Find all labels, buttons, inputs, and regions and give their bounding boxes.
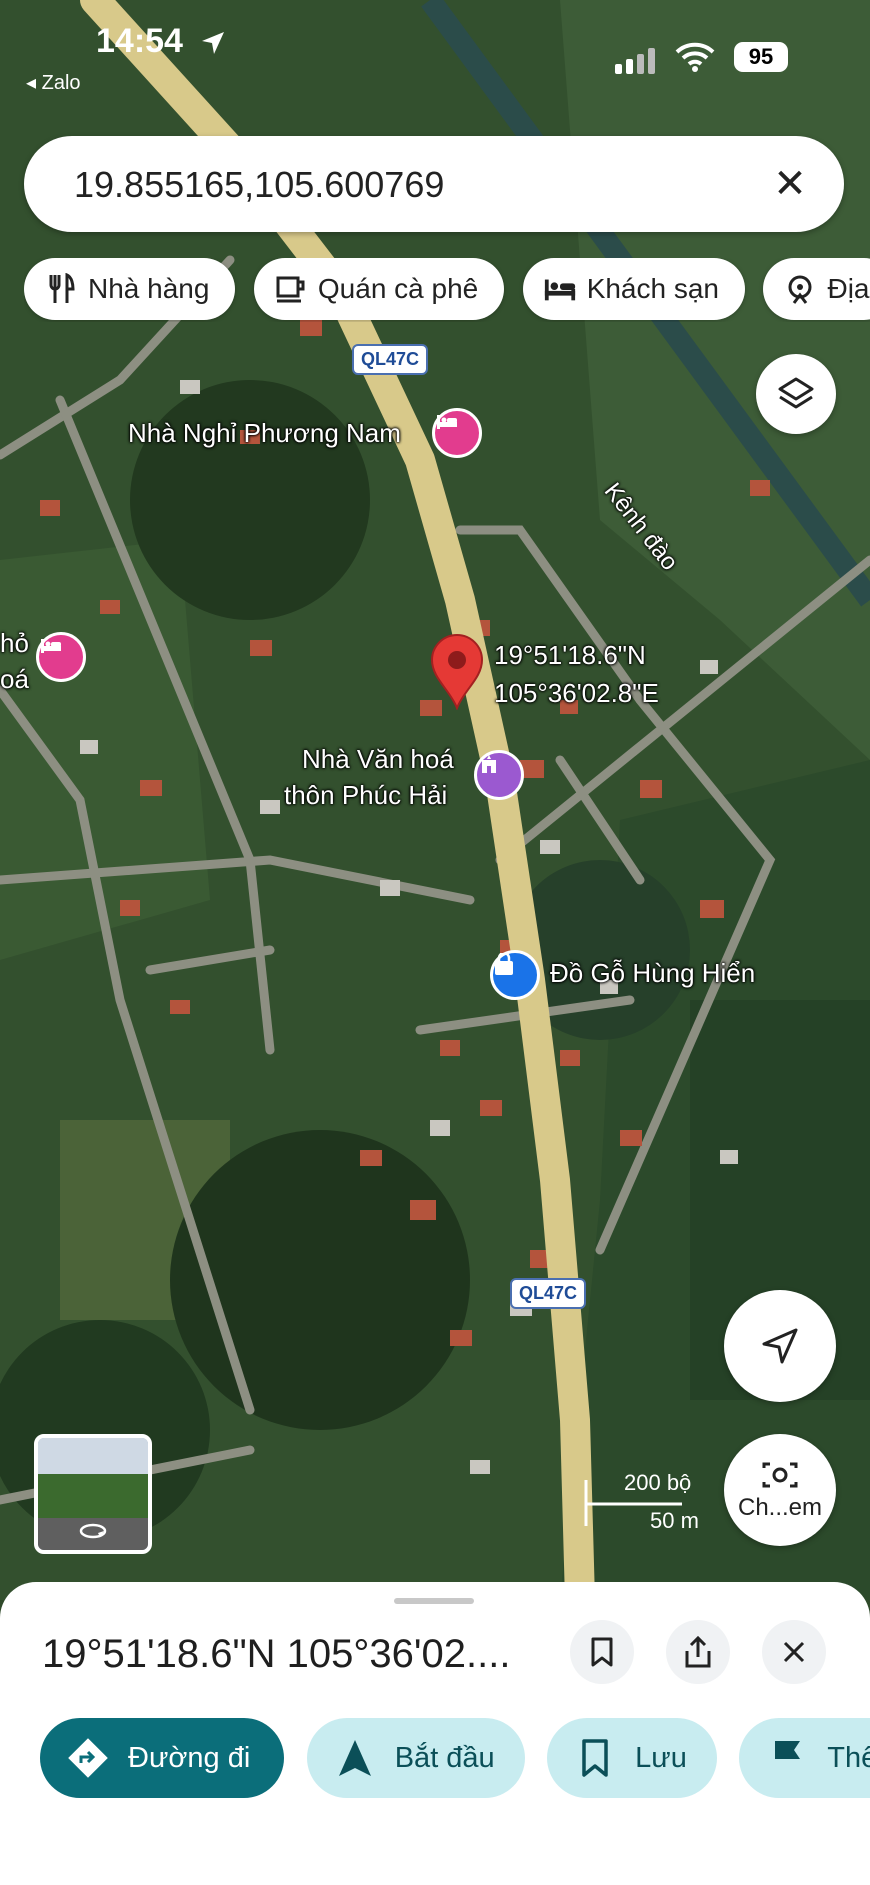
directions-icon — [66, 1736, 110, 1780]
save-place-label: Lưu — [635, 1741, 687, 1774]
back-app-label[interactable]: Zalo — [42, 72, 81, 94]
chip-label: Địa — [827, 273, 870, 304]
close-icon[interactable]: ✕ — [766, 160, 814, 208]
rotate-360-icon — [79, 1523, 107, 1539]
my-location-button[interactable] — [724, 1290, 836, 1402]
chip-label: Quán cà phê — [317, 273, 479, 304]
wifi-icon — [675, 42, 715, 72]
search-input[interactable] — [72, 156, 756, 214]
camera-search-icon — [762, 1462, 798, 1488]
location-arrow-icon — [202, 32, 224, 54]
sheet-drag-handle[interactable] — [394, 1598, 474, 1604]
poi-partial-label-1: hỏ — [0, 628, 29, 658]
attraction-icon — [783, 272, 817, 306]
add-label-text: Thên — [827, 1741, 870, 1774]
bookmark-icon — [591, 1637, 613, 1667]
hotel-icon — [543, 272, 577, 306]
street-view-thumbnail[interactable] — [34, 1434, 152, 1554]
battery-indicator: 95 — [734, 42, 788, 72]
place-bottom-sheet[interactable]: 19°51'18.6"N 105°36'02.... Đường đi Bắt … — [0, 1582, 870, 1885]
pin-lat-label: 19°51'18.6"N — [494, 640, 646, 670]
back-to-app[interactable]: ◂ Zalo — [26, 70, 81, 95]
chip-attractions[interactable]: Địa — [763, 258, 870, 320]
share-icon — [685, 1635, 711, 1668]
road-shield-north: QL47C — [352, 344, 429, 375]
start-label: Bắt đầu — [394, 1741, 495, 1774]
restaurant-icon — [44, 272, 78, 306]
layers-icon — [778, 377, 814, 409]
directions-button[interactable]: Đường đi — [40, 1718, 285, 1798]
camera-search-label: Ch...em — [737, 1494, 823, 1521]
coffee-icon — [274, 272, 308, 306]
cellular-signal-icon — [615, 48, 655, 74]
flag-icon — [765, 1736, 809, 1780]
chip-restaurants[interactable]: Nhà hàng — [24, 258, 236, 320]
camera-search-button[interactable]: Ch...em — [724, 1434, 836, 1546]
poi-guesthouse-label[interactable]: Nhà Nghỉ Phương Nam — [128, 418, 401, 449]
layers-button[interactable] — [756, 354, 836, 434]
chip-hotels[interactable]: Khách sạn — [522, 258, 746, 320]
chip-label: Khách sạn — [586, 273, 720, 304]
close-icon — [783, 1641, 805, 1663]
save-place-button[interactable]: Lưu — [547, 1718, 717, 1798]
save-button[interactable] — [570, 1620, 634, 1684]
road-shield-south: QL47C — [510, 1278, 587, 1309]
scale-metric: 50 m — [650, 1508, 699, 1533]
add-label-button[interactable]: Thên — [739, 1718, 870, 1798]
place-title: 19°51'18.6"N 105°36'02.... — [42, 1632, 511, 1676]
poi-partial-label-2: oá — [0, 664, 29, 694]
navigate-icon — [333, 1736, 377, 1780]
start-button[interactable]: Bắt đầu — [306, 1718, 525, 1798]
search-bar[interactable]: ✕ — [24, 136, 844, 232]
poi-cultural-label-1[interactable]: Nhà Văn hoá — [302, 744, 454, 775]
poi-cultural-label-2[interactable]: thôn Phúc Hải — [284, 780, 447, 811]
chip-coffee[interactable]: Quán cà phê — [253, 258, 505, 320]
hotel-pin-icon[interactable] — [432, 408, 482, 458]
pin-lng-label: 105°36'02.8"E — [494, 678, 659, 708]
category-chips: Nhà hàng Quán cà phê Khách sạn Địa — [24, 258, 870, 322]
navigation-arrow-icon — [762, 1328, 798, 1364]
directions-label: Đường đi — [128, 1741, 251, 1774]
map-scale: 200 bộ 50 m — [582, 1470, 712, 1536]
culture-pin-icon[interactable] — [474, 750, 524, 800]
location-pin-icon[interactable] — [430, 634, 484, 710]
status-bar: 14:54 ◂ Zalo 95 — [0, 0, 870, 94]
bookmark-icon — [573, 1736, 617, 1780]
shopping-pin-icon[interactable] — [490, 950, 540, 1000]
chip-label: Nhà hàng — [88, 273, 210, 304]
poi-furniture-label[interactable]: Đồ Gỗ Hùng Hiển — [550, 958, 755, 989]
share-button[interactable] — [666, 1620, 730, 1684]
scale-imperial: 200 bộ — [624, 1470, 692, 1495]
action-buttons-row: Đường đi Bắt đầu Lưu Thên — [40, 1718, 870, 1800]
close-sheet-button[interactable] — [762, 1620, 826, 1684]
hotel-pin-icon[interactable] — [36, 632, 86, 682]
status-time: 14:54 — [96, 22, 183, 60]
